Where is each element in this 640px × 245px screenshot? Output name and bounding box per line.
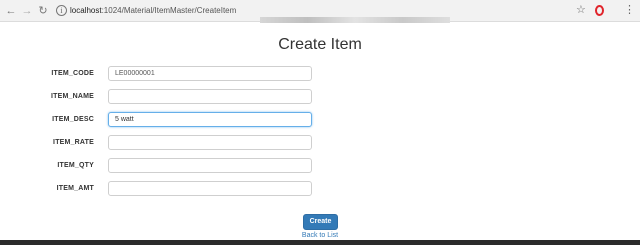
item-code-field[interactable]: [108, 66, 312, 81]
item-desc-field[interactable]: [108, 112, 312, 127]
page-title: Create Item: [278, 36, 362, 53]
item-rate-label: ITEM_RATE: [53, 139, 94, 146]
address-bar[interactable]: localhost:1024/Material/ItemMaster/Creat…: [70, 4, 236, 18]
item-rate-field[interactable]: [108, 135, 312, 150]
item-name-label: ITEM_NAME: [50, 93, 94, 100]
item-code-label: ITEM_CODE: [51, 70, 94, 77]
reload-icon[interactable]: ↻: [36, 4, 50, 18]
info-icon[interactable]: i: [56, 5, 67, 16]
url-host: localhost: [70, 6, 102, 15]
back-icon[interactable]: ←: [4, 4, 18, 18]
menu-icon[interactable]: ⋮: [624, 3, 635, 17]
taskbar: [0, 240, 640, 245]
back-to-list-link[interactable]: Back to List: [0, 231, 640, 240]
forward-icon[interactable]: →: [20, 4, 34, 18]
banner-image: [260, 17, 450, 23]
item-qty-field[interactable]: [108, 158, 312, 173]
item-amt-label: ITEM_AMT: [56, 185, 94, 192]
item-amt-field[interactable]: [108, 181, 312, 196]
star-icon[interactable]: ☆: [576, 3, 586, 17]
create-button[interactable]: Create: [303, 214, 338, 230]
item-name-field[interactable]: [108, 89, 312, 104]
url-path: :1024/Material/ItemMaster/CreateItem: [101, 6, 237, 15]
item-desc-label: ITEM_DESC: [52, 116, 94, 123]
item-qty-label: ITEM_QTY: [57, 162, 94, 169]
opera-icon[interactable]: [595, 5, 604, 16]
